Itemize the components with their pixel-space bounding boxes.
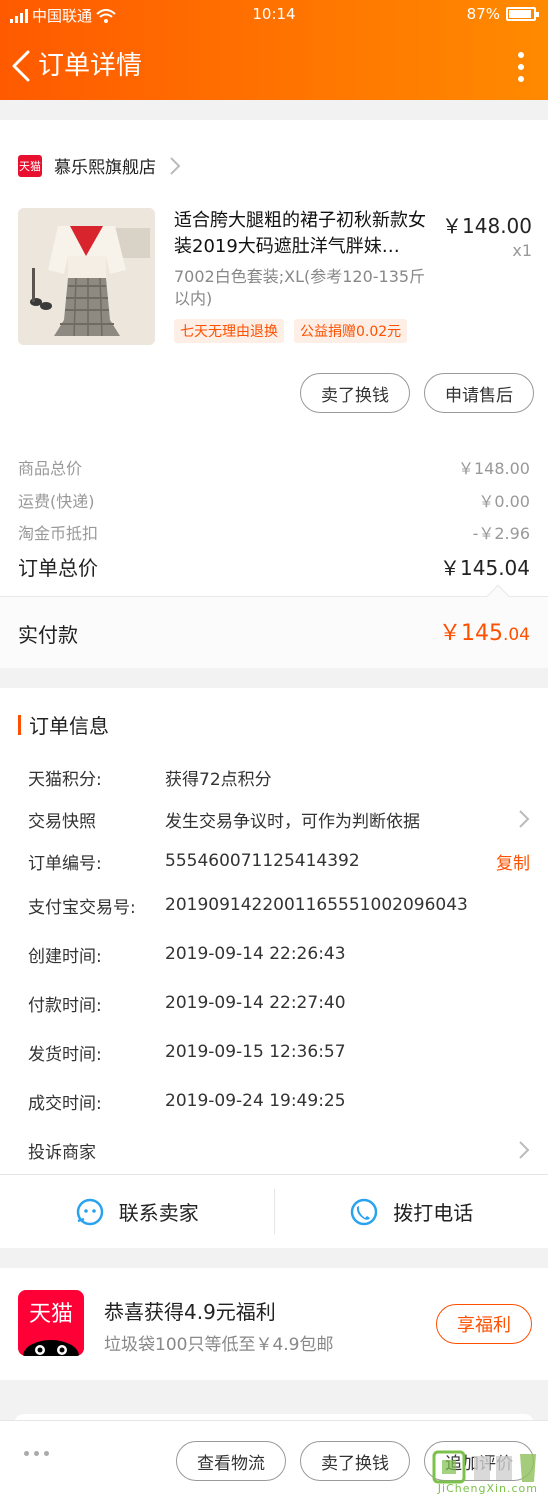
info-value: 555460071125414392 [165, 851, 360, 871]
info-key: 付款时间: [28, 995, 102, 1016]
info-row-alipay: 支付宝交易号: 2019091422001165551002096043 [28, 890, 530, 920]
sell-for-cash-button[interactable]: 卖了换钱 [300, 373, 410, 413]
after-sale-button[interactable]: 申请售后 [424, 373, 534, 413]
order-info-card: 订单信息 天猫积分: 获得72点积分 交易快照 发生交易争议时，可作为判断依据 … [0, 688, 548, 1248]
info-key: 创建时间: [28, 946, 102, 967]
store-row[interactable]: 天猫 慕乐熙旗舰店 [18, 153, 182, 178]
tag-return: 七天无理由退换 [174, 319, 284, 343]
fee-value: -￥2.96 [472, 524, 530, 543]
order-total-label: 订单总价 [18, 556, 98, 580]
order-info-title: 订单信息 [29, 714, 109, 738]
promo-card: 天猫 恭喜获得4.9元福利 垃圾袋100只等低至￥4.9包邮 享福利 [0, 1268, 548, 1380]
info-value: 2019-09-24 19:49:25 [165, 1091, 346, 1111]
product-thumbnail[interactable] [18, 208, 155, 345]
info-key: 订单编号: [28, 853, 102, 874]
fee-label: 运费(快递) [18, 492, 95, 511]
info-value: 发生交易争议时，可作为判断依据 [165, 811, 420, 832]
order-total-row: 订单总价 ￥145.04 [18, 552, 530, 581]
info-row-points: 天猫积分: 获得72点积分 [28, 762, 530, 792]
paid-label: 实付款 [18, 623, 78, 647]
info-key: 成交时间: [28, 1093, 102, 1114]
sell-for-cash-bottom-button[interactable]: 卖了换钱 [300, 1441, 410, 1481]
contact-bar: 联系卖家 拨打电话 [0, 1174, 548, 1248]
call-phone-label: 拨打电话 [393, 1201, 474, 1225]
more-actions-icon[interactable] [24, 1451, 49, 1456]
complain-seller-row[interactable]: 投诉商家 [28, 1135, 530, 1165]
product-title[interactable]: 适合胯大腿粗的裙子初秋新款女装2019大码遮肚洋气胖妹… [174, 208, 438, 260]
watermark-text: JiChengXin.com [437, 1482, 538, 1495]
product-image [18, 208, 155, 345]
info-key: 发货时间: [28, 1044, 102, 1065]
info-row-order-number: 订单编号: 555460071125414392 复制 [28, 846, 530, 876]
page-title: 订单详情 [38, 51, 143, 81]
product-quantity: x1 [512, 241, 532, 260]
fee-value: ￥0.00 [478, 492, 530, 511]
copy-button[interactable]: 复制 [496, 849, 530, 874]
battery-percent: 87% [466, 5, 500, 23]
tmall-logo-icon: 天猫 [18, 1290, 84, 1356]
info-row-shipped: 发货时间: 2019-09-15 12:36:57 [28, 1037, 530, 1067]
more-menu-icon[interactable] [516, 52, 526, 82]
fee-row-coin-discount: 淘金币抵扣 -￥2.96 [18, 520, 530, 544]
paid-amount-section: 实付款 ￥145.04 [0, 584, 548, 668]
section-accent-bar [18, 714, 21, 735]
battery-icon [506, 7, 539, 21]
info-value: 2019091422001165551002096043 [165, 895, 468, 915]
tmall-badge-icon: 天猫 [18, 154, 42, 177]
back-arrow-icon[interactable] [8, 48, 38, 84]
paid-amount: ￥145.04 [439, 615, 530, 647]
fee-row-shipping: 运费(快递) ￥0.00 [18, 488, 530, 512]
app-header: 中国联通 10:14 87% 订单详情 [0, 0, 548, 100]
product-price: ￥148.00 [442, 214, 532, 238]
fee-row-goods: 商品总价 ￥148.00 [18, 455, 530, 479]
tmall-cat-face-icon [23, 1340, 79, 1356]
product-spec: 7002白色套装;XL(参考120-135斤以内) [174, 267, 426, 308]
chevron-right-icon [170, 156, 181, 175]
chevron-right-icon [519, 810, 530, 828]
status-right: 87% [466, 5, 539, 23]
chat-bubble-icon [76, 1198, 103, 1225]
fee-label: 商品总价 [18, 459, 83, 478]
claim-welfare-button[interactable]: 享福利 [436, 1304, 532, 1344]
chevron-right-icon [519, 1141, 530, 1159]
info-row-created: 创建时间: 2019-09-14 22:26:43 [28, 939, 530, 969]
nav-bar: 订单详情 [0, 38, 548, 94]
phone-icon [351, 1198, 378, 1225]
order-product-card: 天猫 慕乐熙旗舰店 适合胯大腿粗的裙子初秋新款女装2019大码遮肚洋气胖妹… ￥… [0, 120, 548, 668]
tag-charity: 公益捐赠0.02元 [294, 319, 408, 343]
store-name[interactable]: 慕乐熙旗舰店 [54, 153, 156, 178]
info-key: 天猫积分: [28, 769, 102, 790]
info-row-completed: 成交时间: 2019-09-24 19:49:25 [28, 1086, 530, 1116]
order-total-value: ￥145.04 [440, 556, 530, 580]
call-phone-button[interactable]: 拨打电话 [275, 1175, 548, 1248]
info-row-snapshot[interactable]: 交易快照 发生交易争议时，可作为判断依据 [28, 804, 530, 834]
fee-value: ￥148.00 [458, 459, 530, 478]
product-tags: 七天无理由退换 公益捐赠0.02元 [174, 319, 408, 343]
notch-pointer [486, 584, 510, 608]
view-logistics-button[interactable]: 查看物流 [176, 1441, 286, 1481]
promo-title: 恭喜获得4.9元福利 [104, 1300, 276, 1324]
contact-seller-label: 联系卖家 [118, 1201, 199, 1225]
order-info-header: 订单信息 [18, 710, 109, 739]
info-value: 获得72点积分 [165, 769, 272, 790]
status-bar: 中国联通 10:14 87% [0, 0, 548, 30]
info-value: 2019-09-15 12:36:57 [165, 1042, 346, 1062]
fee-label: 淘金币抵扣 [18, 524, 99, 543]
contact-seller-button[interactable]: 联系卖家 [0, 1175, 274, 1248]
info-key: 交易快照 [28, 811, 96, 832]
info-value: 2019-09-14 22:27:40 [165, 993, 346, 1013]
info-key: 支付宝交易号: [28, 897, 136, 918]
info-row-paid: 付款时间: 2019-09-14 22:27:40 [28, 988, 530, 1018]
promo-subtitle: 垃圾袋100只等低至￥4.9包邮 [104, 1335, 334, 1355]
info-key: 投诉商家 [28, 1142, 96, 1163]
info-value: 2019-09-14 22:26:43 [165, 944, 346, 964]
paid-yuan: ￥145 [438, 621, 503, 646]
promo-logo-text: 天猫 [28, 1302, 73, 1327]
paid-cents: .04 [502, 625, 530, 645]
